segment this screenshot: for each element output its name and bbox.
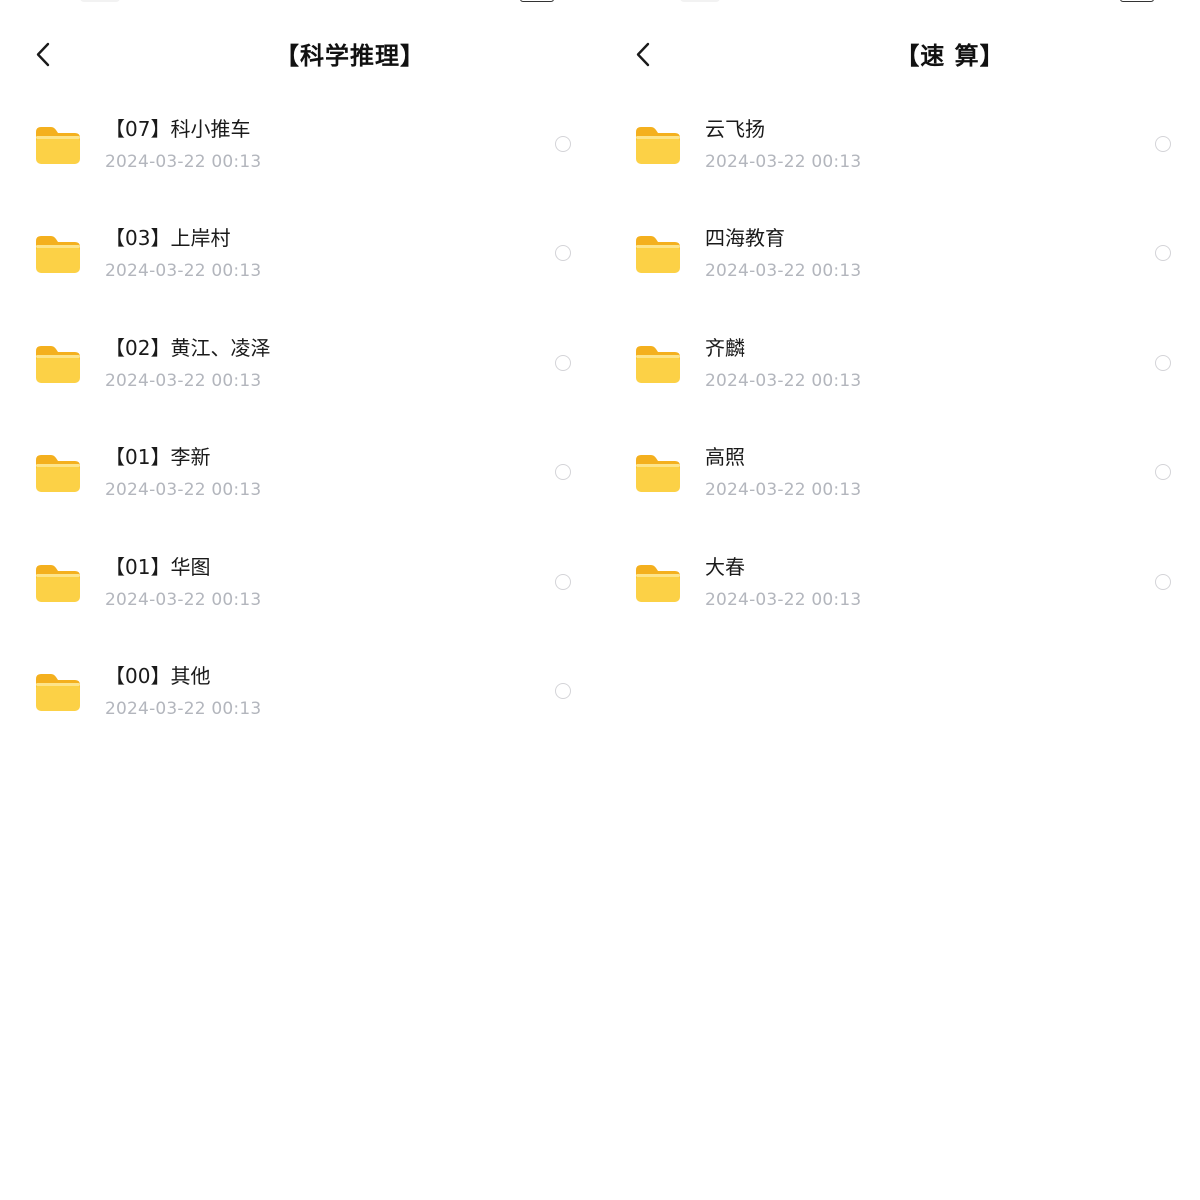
- folder-icon: [34, 233, 82, 275]
- folder-name: 大春: [705, 554, 745, 579]
- folder-icon: [34, 671, 82, 713]
- battery-icon: [520, 0, 554, 2]
- folder-date: 2024-03-22 00:13: [105, 480, 262, 501]
- folder-list-item[interactable]: 【01】李新 2024-03-22 00:13: [0, 419, 600, 528]
- folder-icon: [634, 124, 682, 166]
- status-time-fragment: [80, 0, 120, 2]
- folder-name: 【03】上岸村: [105, 226, 231, 251]
- folder-icon: [34, 124, 82, 166]
- folder-name: 【07】科小推车: [105, 117, 251, 141]
- select-radio[interactable]: [1155, 573, 1171, 590]
- folder-date: 2024-03-22 00:13: [105, 589, 262, 610]
- folder-date: 2024-03-22 00:13: [105, 698, 262, 719]
- select-radio[interactable]: [555, 573, 571, 590]
- status-time-fragment: [680, 0, 720, 2]
- folder-icon: [634, 343, 682, 385]
- file-browser-screen-speed-calculation: 【速 算】 云飞扬 2024-03-22 00:13 四海教育 2024-03-…: [600, 0, 1200, 1200]
- folder-name: 齐麟: [705, 335, 745, 360]
- select-radio[interactable]: [555, 245, 571, 262]
- folder-list-item[interactable]: 云飞扬 2024-03-22 00:13: [600, 91, 1200, 200]
- folder-name: 【02】黄江、凌泽: [105, 335, 271, 360]
- battery-icon: [1120, 0, 1154, 2]
- folder-list-item[interactable]: 【03】上岸村 2024-03-22 00:13: [0, 200, 600, 309]
- folder-date: 2024-03-22 00:13: [105, 261, 262, 282]
- status-bar: [0, 0, 600, 4]
- back-button[interactable]: [628, 38, 662, 72]
- select-radio[interactable]: [555, 354, 571, 371]
- folder-name: 云飞扬: [705, 117, 765, 141]
- select-radio[interactable]: [555, 136, 571, 152]
- folder-name: 【00】其他: [105, 663, 211, 688]
- folder-icon: [34, 452, 82, 494]
- select-radio[interactable]: [1155, 245, 1171, 262]
- folder-list-item[interactable]: 【02】黄江、凌泽 2024-03-22 00:13: [0, 310, 600, 419]
- folder-name: 高照: [705, 445, 745, 470]
- folder-name: 【01】李新: [105, 445, 211, 470]
- chevron-left-icon: [636, 42, 650, 67]
- folder-date: 2024-03-22 00:13: [705, 589, 862, 610]
- folder-list-item[interactable]: 四海教育 2024-03-22 00:13: [600, 200, 1200, 309]
- select-radio[interactable]: [555, 682, 571, 699]
- folder-icon: [634, 562, 682, 604]
- folder-list-item[interactable]: 【00】其他 2024-03-22 00:13: [0, 638, 600, 747]
- folder-date: 2024-03-22 00:13: [705, 370, 862, 391]
- navigation-bar: 【科学推理】: [0, 28, 600, 84]
- folder-name: 四海教育: [705, 226, 785, 251]
- folder-list: 云飞扬 2024-03-22 00:13 四海教育 2024-03-22 00:…: [600, 91, 1200, 638]
- folder-date: 2024-03-22 00:13: [705, 152, 862, 172]
- folder-date: 2024-03-22 00:13: [705, 261, 862, 282]
- folder-icon: [34, 562, 82, 604]
- file-browser-screen-science-reasoning: 【科学推理】 【07】科小推车 2024-03-22 00:13 【03】上岸村…: [0, 0, 600, 1200]
- page-title: 【科学推理】: [275, 42, 425, 70]
- status-bar: [600, 0, 1200, 4]
- folder-date: 2024-03-22 00:13: [105, 370, 262, 391]
- folder-list-item[interactable]: 【01】华图 2024-03-22 00:13: [0, 529, 600, 638]
- folder-icon: [34, 343, 82, 385]
- select-radio[interactable]: [1155, 464, 1171, 481]
- folder-icon: [634, 452, 682, 494]
- folder-icon: [634, 233, 682, 275]
- folder-list: 【07】科小推车 2024-03-22 00:13 【03】上岸村 2024-0…: [0, 91, 600, 747]
- chevron-left-icon: [36, 42, 50, 67]
- folder-date: 2024-03-22 00:13: [705, 480, 862, 501]
- folder-list-item[interactable]: 【07】科小推车 2024-03-22 00:13: [0, 91, 600, 200]
- navigation-bar: 【速 算】: [600, 28, 1200, 84]
- back-button[interactable]: [28, 38, 62, 72]
- folder-date: 2024-03-22 00:13: [105, 152, 262, 172]
- folder-name: 【01】华图: [105, 554, 211, 579]
- select-radio[interactable]: [555, 464, 571, 481]
- folder-list-item[interactable]: 高照 2024-03-22 00:13: [600, 419, 1200, 528]
- page-title: 【速 算】: [895, 42, 1005, 70]
- folder-list-item[interactable]: 齐麟 2024-03-22 00:13: [600, 310, 1200, 419]
- select-radio[interactable]: [1155, 354, 1171, 371]
- select-radio[interactable]: [1155, 136, 1171, 152]
- folder-list-item[interactable]: 大春 2024-03-22 00:13: [600, 529, 1200, 638]
